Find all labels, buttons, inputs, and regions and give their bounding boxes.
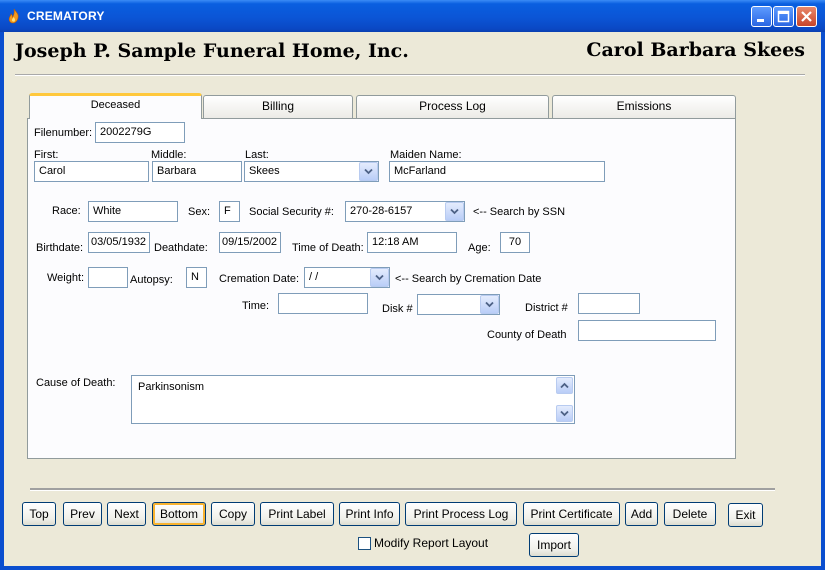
- copy-button[interactable]: Copy: [211, 502, 255, 526]
- print-label-button[interactable]: Print Label: [260, 502, 334, 526]
- filenumber-field[interactable]: 2002279G: [95, 122, 185, 143]
- district-label: District #: [525, 302, 568, 314]
- cremation-date-label: Cremation Date:: [219, 273, 300, 285]
- decedent-name: Carol Barbara Skees: [586, 39, 805, 61]
- race-field[interactable]: White: [88, 201, 178, 222]
- tab-deceased[interactable]: Deceased: [29, 93, 202, 119]
- tab-billing[interactable]: Billing: [203, 95, 353, 118]
- prev-button[interactable]: Prev: [63, 502, 102, 526]
- cause-of-death-label: Cause of Death:: [36, 377, 116, 389]
- deathdate-label: Deathdate:: [154, 242, 208, 254]
- chevron-down-icon: [560, 410, 569, 417]
- deathdate-field[interactable]: 09/15/2002: [219, 232, 281, 253]
- scroll-down-button[interactable]: [556, 405, 573, 422]
- tab-process-log[interactable]: Process Log: [356, 95, 549, 118]
- exit-button[interactable]: Exit: [728, 503, 763, 527]
- modify-report-layout-checkbox[interactable]: [358, 537, 371, 550]
- cremation-date-dropdown-button[interactable]: [370, 268, 389, 287]
- chevron-down-icon: [364, 168, 373, 175]
- time-of-death-label: Time of Death:: [292, 242, 364, 254]
- filenumber-label: Filenumber:: [34, 127, 93, 139]
- middle-label: Middle:: [151, 149, 187, 161]
- sex-label: Sex:: [188, 206, 211, 218]
- autopsy-label: Autopsy:: [130, 274, 173, 286]
- maximize-button[interactable]: [773, 6, 794, 27]
- top-button[interactable]: Top: [22, 502, 56, 526]
- import-button[interactable]: Import: [529, 533, 579, 557]
- disk-label: Disk #: [382, 303, 413, 315]
- first-label: First:: [34, 149, 59, 161]
- bottom-button[interactable]: Bottom: [152, 502, 206, 526]
- button-bar-divider: [30, 488, 775, 491]
- minimize-button[interactable]: [751, 6, 772, 27]
- ssn-label: Social Security #:: [249, 206, 334, 218]
- disk-dropdown-button[interactable]: [480, 295, 499, 314]
- tab-emissions[interactable]: Emissions: [552, 95, 736, 118]
- district-field[interactable]: [578, 293, 640, 314]
- county-of-death-label: County of Death: [487, 329, 567, 341]
- cause-of-death-text: Parkinsonism: [138, 381, 205, 393]
- middle-name-field[interactable]: Barbara: [152, 161, 242, 182]
- scroll-up-button[interactable]: [556, 377, 573, 394]
- birthdate-field[interactable]: 03/05/1932: [88, 232, 150, 253]
- title-bar[interactable]: CREMATORY: [0, 0, 825, 32]
- add-button[interactable]: Add: [625, 502, 658, 526]
- minimize-icon: [757, 19, 764, 22]
- last-name-dropdown-button[interactable]: [359, 162, 378, 181]
- business-name: Joseph P. Sample Funeral Home, Inc.: [15, 40, 409, 62]
- app-flame-icon: [8, 8, 19, 24]
- maiden-name-label: Maiden Name:: [390, 149, 462, 161]
- chevron-up-icon: [560, 382, 569, 389]
- time-label: Time:: [242, 300, 270, 312]
- age-label: Age:: [468, 242, 491, 254]
- next-button[interactable]: Next: [107, 502, 146, 526]
- weight-label: Weight:: [47, 272, 85, 284]
- chevron-down-icon: [375, 274, 384, 281]
- print-info-button[interactable]: Print Info: [339, 502, 400, 526]
- print-process-log-button[interactable]: Print Process Log: [405, 502, 517, 526]
- maximize-icon: [777, 10, 790, 23]
- first-name-field[interactable]: Carol: [34, 161, 149, 182]
- sex-field[interactable]: F: [219, 201, 240, 222]
- ssn-search-hint: <-- Search by SSN: [473, 206, 566, 218]
- cremation-search-hint: <-- Search by Cremation Date: [395, 273, 542, 285]
- weight-field[interactable]: [88, 267, 128, 288]
- window-title: CREMATORY: [27, 9, 105, 23]
- modify-report-layout-label: Modify Report Layout: [374, 536, 489, 550]
- chevron-down-icon: [485, 301, 494, 308]
- close-button[interactable]: [796, 6, 817, 27]
- ssn-dropdown-button[interactable]: [445, 202, 464, 221]
- maiden-name-field[interactable]: McFarland: [389, 161, 605, 182]
- print-certificate-button[interactable]: Print Certificate: [523, 502, 620, 526]
- time-of-death-field[interactable]: 12:18 AM: [367, 232, 457, 253]
- race-label: Race:: [52, 205, 81, 217]
- last-label: Last:: [245, 149, 269, 161]
- time-field[interactable]: [278, 293, 368, 314]
- birthdate-label: Birthdate:: [36, 242, 84, 254]
- delete-button[interactable]: Delete: [664, 502, 716, 526]
- age-field[interactable]: 70: [500, 232, 530, 253]
- autopsy-field[interactable]: N: [186, 267, 207, 288]
- chevron-down-icon: [450, 208, 459, 215]
- header-divider: [15, 74, 805, 76]
- cause-of-death-textarea[interactable]: Parkinsonism: [131, 375, 575, 424]
- close-icon: [801, 11, 812, 22]
- county-of-death-field[interactable]: [578, 320, 716, 341]
